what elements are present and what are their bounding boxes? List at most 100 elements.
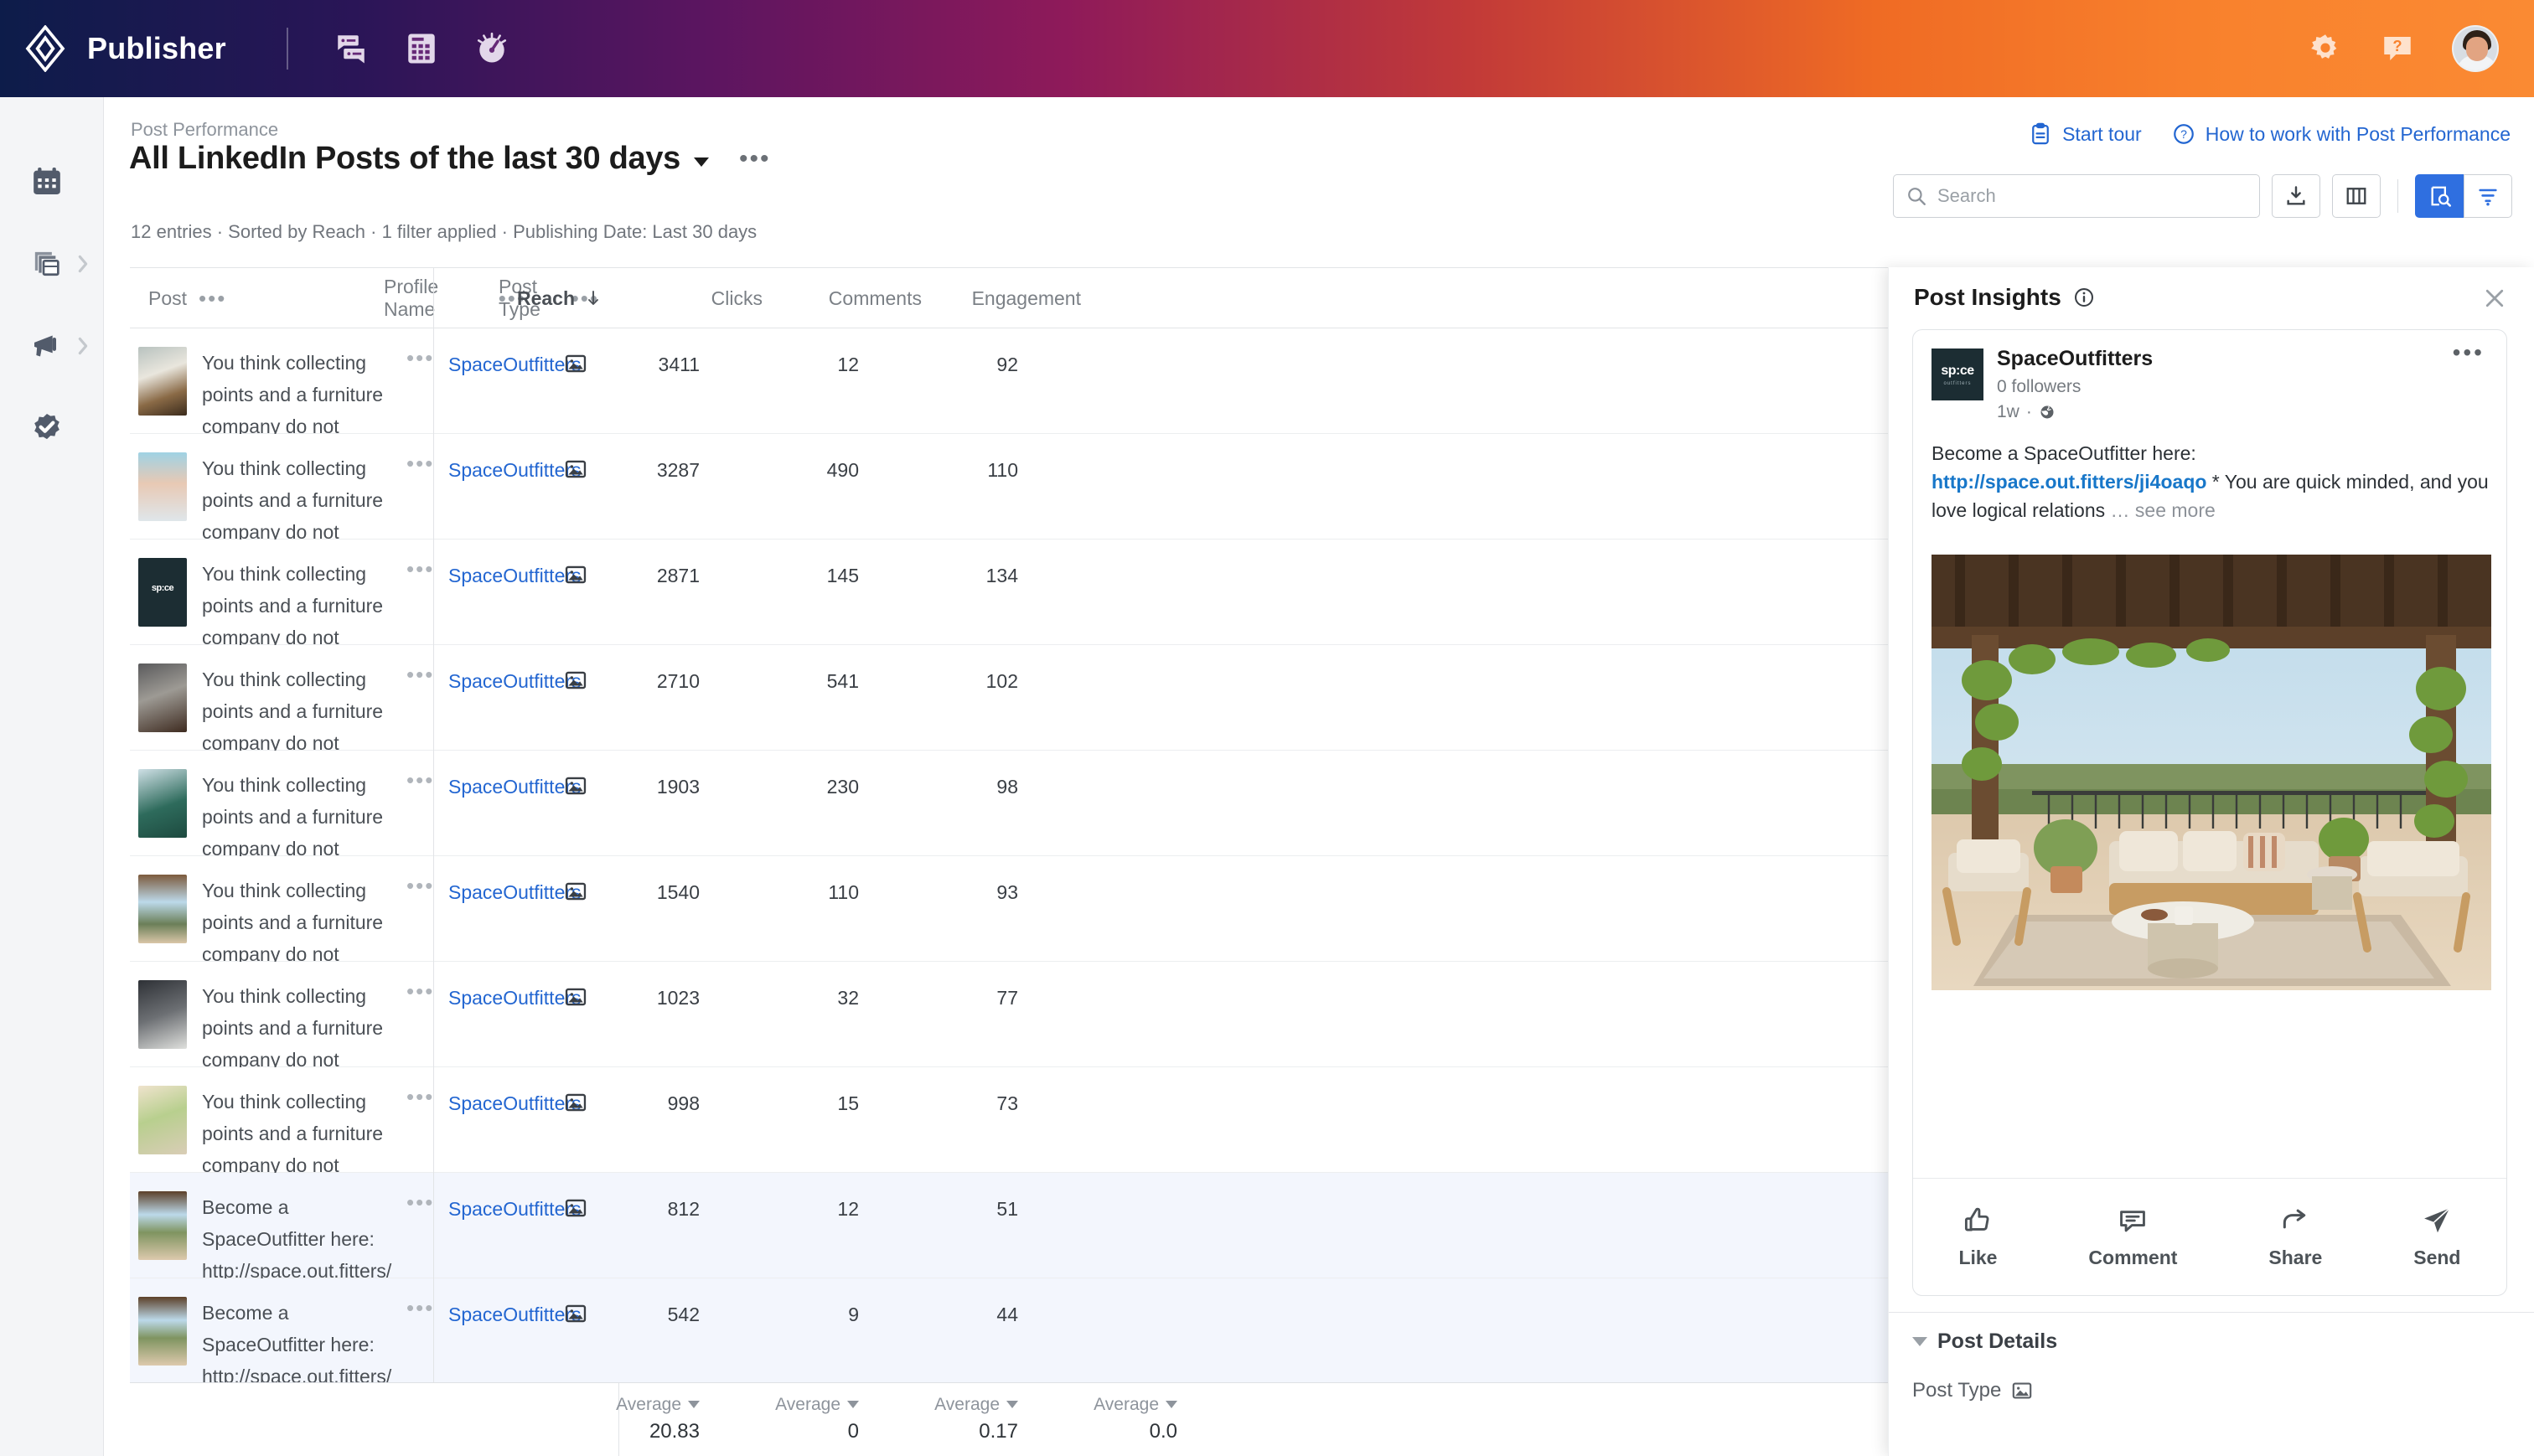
table-row[interactable]: You think collecting points and a furnit… xyxy=(130,328,1888,469)
table-row[interactable]: You think collecting points and a furnit… xyxy=(130,856,1888,997)
sidebar-item-calendar[interactable] xyxy=(0,152,104,211)
cell-comments: 92 xyxy=(996,354,1018,375)
row-options-dots[interactable]: ••• xyxy=(406,769,434,791)
table-row[interactable]: sp:ceYou think collecting points and a f… xyxy=(130,540,1888,680)
header-divider xyxy=(286,28,288,70)
table-row[interactable]: You think collecting points and a furnit… xyxy=(130,962,1888,1102)
post-timestamp-row: 1w · xyxy=(1997,402,2056,422)
content-grid-icon[interactable] xyxy=(404,31,439,66)
comment-button[interactable]: Comment xyxy=(2088,1205,2177,1269)
table-body: You think collecting points and a furnit… xyxy=(130,328,1888,1456)
post-insights-icon xyxy=(2431,186,2451,207)
post-author-name[interactable]: SpaceOutfitters xyxy=(1997,347,2153,371)
publisher-diamond-icon xyxy=(25,25,65,72)
row-options-dots[interactable]: ••• xyxy=(406,1297,434,1319)
like-label: Like xyxy=(1958,1247,1998,1268)
chevron-down-icon[interactable] xyxy=(694,157,709,167)
close-icon[interactable] xyxy=(2482,286,2507,311)
post-more-options-icon[interactable]: ••• xyxy=(2453,341,2485,364)
image-post-icon xyxy=(2013,1382,2032,1399)
column-divider xyxy=(433,434,434,540)
post-author-logo-text: sp:ce xyxy=(1941,363,1974,378)
row-options-dots[interactable]: ••• xyxy=(406,663,434,685)
column-menu-dots-post[interactable]: ••• xyxy=(199,287,226,309)
linkedin-post-preview-card: sp:ce outfitters SpaceOutfitters 0 follo… xyxy=(1912,329,2507,1296)
thumbs-up-icon xyxy=(1965,1207,1989,1231)
row-options-dots[interactable]: ••• xyxy=(406,1191,434,1213)
see-more-link[interactable]: … see more xyxy=(2111,499,2216,521)
export-download-button[interactable] xyxy=(2272,174,2320,218)
sidebar-item-approvals[interactable] xyxy=(0,399,104,457)
breadcrumb: Post Performance xyxy=(131,119,279,140)
avatar[interactable] xyxy=(2452,25,2499,72)
post-thumbnail xyxy=(138,663,187,732)
sidebar-item-content[interactable] xyxy=(0,235,104,293)
page-title: All LinkedIn Posts of the last 30 days xyxy=(129,141,680,176)
row-options-dots[interactable]: ••• xyxy=(406,558,434,580)
page-header: Post Performance All LinkedIn Posts of t… xyxy=(104,97,2534,267)
like-button[interactable]: Like xyxy=(1958,1205,1997,1269)
post-body-link[interactable]: http://space.out.fitters/ji4oaqo xyxy=(1932,471,2206,493)
post-action-bar: Like Comment Share Send xyxy=(1913,1178,2506,1295)
cell-comments: 77 xyxy=(996,987,1018,1009)
columns-button[interactable] xyxy=(2332,174,2381,218)
table-row[interactable]: You think collecting points and a furnit… xyxy=(130,751,1888,891)
left-sidebar xyxy=(0,97,104,1456)
send-label: Send xyxy=(2413,1247,2461,1268)
table-row[interactable]: You think collecting points and a furnit… xyxy=(130,434,1888,575)
help-bubble-icon[interactable]: ? xyxy=(2380,31,2415,66)
how-to-work-label: How to work with Post Performance xyxy=(2205,122,2511,145)
row-options-dots[interactable]: ••• xyxy=(406,1086,434,1107)
how-to-work-link[interactable]: ? How to work with Post Performance xyxy=(2172,122,2511,146)
column-divider xyxy=(433,268,434,329)
megaphone-icon xyxy=(34,335,56,357)
triangle-down-icon xyxy=(1912,1337,1927,1346)
comment-bubble-icon xyxy=(2120,1211,2146,1232)
footer-aggregate-cell[interactable]: Average 0.0 xyxy=(926,1383,1177,1456)
send-button[interactable]: Send xyxy=(2413,1205,2460,1269)
page-title-row[interactable]: All LinkedIn Posts of the last 30 days •… xyxy=(129,141,771,177)
share-button[interactable]: Share xyxy=(2268,1205,2322,1269)
post-thumbnail xyxy=(138,1191,187,1260)
filter-button[interactable] xyxy=(2464,174,2512,218)
row-options-dots[interactable]: ••• xyxy=(406,875,434,896)
gear-icon[interactable] xyxy=(2308,31,2343,66)
clipboard-tour-icon xyxy=(2032,122,2049,145)
post-insights-button[interactable] xyxy=(2415,174,2464,218)
post-details-section-header[interactable]: Post Details xyxy=(1912,1330,2057,1354)
search-icon xyxy=(1908,188,1926,205)
chevron-down-icon[interactable] xyxy=(1166,1401,1177,1408)
cell-comments: 93 xyxy=(996,881,1018,903)
question-circle-icon: ? xyxy=(2173,124,2194,144)
search-input[interactable] xyxy=(1937,185,2247,207)
table-row[interactable]: Become a SpaceOutfitter here: http://spa… xyxy=(130,1278,1888,1451)
info-circle-icon[interactable] xyxy=(2073,287,2095,308)
row-options-dots[interactable]: ••• xyxy=(406,452,434,474)
globe-icon xyxy=(2040,405,2054,419)
post-insights-panel: Post Insights sp:ce outfitters SpaceOutf… xyxy=(1888,267,2534,1456)
svg-text:?: ? xyxy=(2392,37,2402,54)
column-header-engagement[interactable]: Engagement xyxy=(830,268,1081,328)
sidebar-item-campaigns[interactable] xyxy=(0,317,104,375)
table-row[interactable]: Become a SpaceOutfitter here: http://spa… xyxy=(130,1173,1888,1345)
analytics-gauge-icon[interactable] xyxy=(474,31,509,66)
row-options-dots[interactable]: ••• xyxy=(406,347,434,369)
svg-text:?: ? xyxy=(2180,127,2187,141)
details-separator xyxy=(1889,1312,2534,1313)
post-thumbnail xyxy=(138,980,187,1049)
footer-aggregate-label: Average xyxy=(926,1395,1177,1415)
search-box[interactable] xyxy=(1893,174,2260,218)
table-row[interactable]: You think collecting points and a furnit… xyxy=(130,1067,1888,1208)
table-row[interactable]: You think collecting points and a furnit… xyxy=(130,645,1888,786)
brand-logo[interactable]: Publisher xyxy=(22,25,226,72)
post-thumbnail xyxy=(138,769,187,838)
send-paper-plane-icon xyxy=(2424,1207,2450,1233)
table-footer-row: Average 20.83 Average 0 Average 0.17 Average 0.… xyxy=(130,1382,1888,1456)
row-options-dots[interactable]: ••• xyxy=(406,980,434,1002)
inbox-messages-icon[interactable] xyxy=(334,31,369,66)
page-options-dots[interactable]: ••• xyxy=(739,146,771,171)
cell-comments: 102 xyxy=(985,670,1018,692)
start-tour-link[interactable]: Start tour xyxy=(2029,122,2142,146)
content-library-icon xyxy=(34,251,59,276)
post-author-logo-subtext: outfitters xyxy=(1943,380,1972,386)
